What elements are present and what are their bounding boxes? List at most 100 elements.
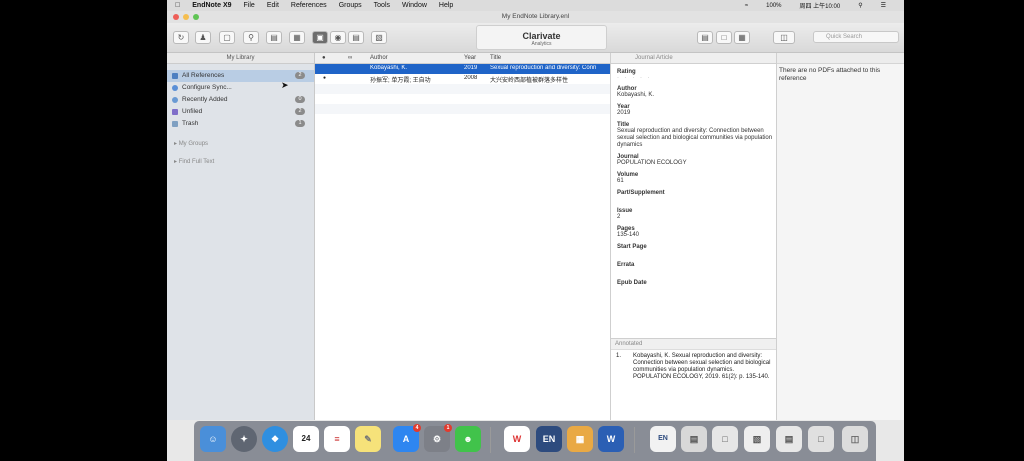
minimize-window-button[interactable] xyxy=(183,14,189,20)
share-icon[interactable]: ♟ xyxy=(195,31,211,44)
field-start-page[interactable]: Start Page xyxy=(611,244,776,257)
table-row[interactable]: ● 孙振军; 单万霞; 王自功 2008 大兴安岭西部植被群落多样性 xyxy=(315,74,610,84)
library-icon xyxy=(172,73,178,79)
insert-citation-icon[interactable]: ▤ xyxy=(266,31,282,44)
field-value[interactable]: 61 xyxy=(617,178,776,185)
screenshot-thumbnail-icon[interactable]: ▤ xyxy=(681,426,707,452)
group-configure-sync[interactable]: Configure Sync... xyxy=(167,82,314,94)
field-rating[interactable]: Rating · · · · · xyxy=(611,69,776,81)
field-value[interactable]: POPULATION ECOLOGY xyxy=(617,160,776,167)
field-journal[interactable]: Journal POPULATION ECOLOGY xyxy=(611,154,776,167)
launchpad-icon[interactable]: ✦ xyxy=(231,426,257,452)
notes-icon[interactable]: ✎ xyxy=(355,426,381,452)
wifi-icon[interactable]: ≈ xyxy=(745,3,748,9)
reminders-icon[interactable]: ≡ xyxy=(324,426,350,452)
layout-menu-icon[interactable]: ◫ xyxy=(773,31,795,44)
group-all-references[interactable]: All References 2 xyxy=(167,70,314,82)
endnote-document-icon[interactable]: EN xyxy=(650,426,676,452)
reference-icon[interactable]: □ xyxy=(716,31,732,44)
menu-file[interactable]: File xyxy=(244,2,255,9)
field-value[interactable]: 2019 xyxy=(617,110,776,117)
section-my-groups[interactable]: ▸ My Groups xyxy=(167,138,314,150)
group-unfiled[interactable]: Unfiled 2 xyxy=(167,106,314,118)
attachment-column-icon[interactable]: ∞ xyxy=(348,55,352,61)
table-row[interactable]: Kobayashi, K. 2019 Sexual reproduction a… xyxy=(315,64,610,74)
field-value[interactable] xyxy=(617,250,776,257)
field-pages[interactable]: Pages 135-140 xyxy=(611,226,776,239)
online-search-mode-icon[interactable]: ◉ xyxy=(330,31,346,44)
menu-groups[interactable]: Groups xyxy=(339,2,362,9)
field-value[interactable]: Kobayashi, K. xyxy=(617,92,776,99)
column-title[interactable]: Title xyxy=(490,55,501,61)
integrated-library-mode-icon[interactable]: ▤ xyxy=(348,31,364,44)
brand-name: Clarivate xyxy=(522,31,561,41)
screen:  EndNote X9 File Edit References Groups… xyxy=(167,0,904,461)
find-icon[interactable]: ⚲ xyxy=(243,31,259,44)
output-style-selector[interactable]: Annotated xyxy=(611,339,776,350)
field-value[interactable] xyxy=(617,196,776,203)
finder-icon[interactable]: ☺ xyxy=(200,426,226,452)
dock-separator xyxy=(490,427,491,453)
layout-icon[interactable]: ▤ xyxy=(697,31,713,44)
calendar-icon[interactable]: 24 xyxy=(293,426,319,452)
format-bibliography-icon[interactable]: ▦ xyxy=(289,31,305,44)
group-trash[interactable]: Trash 1 xyxy=(167,118,314,130)
field-value[interactable]: Sexual reproduction and diversity: Conne… xyxy=(617,128,776,149)
endnote-label: EN xyxy=(542,434,556,444)
spotlight-icon[interactable]: ⚲ xyxy=(858,2,862,9)
menu-help[interactable]: Help xyxy=(439,2,453,9)
word-icon[interactable]: W xyxy=(598,426,624,452)
new-reference-icon[interactable]: ▧ xyxy=(371,31,387,44)
attach-icon[interactable]: ▢ xyxy=(219,31,235,44)
wechat-icon[interactable]: ☻ xyxy=(455,426,481,452)
window-thumbnail-icon[interactable]: □ xyxy=(712,426,738,452)
open-pdf-icon[interactable]: ▦ xyxy=(734,31,750,44)
field-value[interactable]: 2 xyxy=(617,214,776,221)
column-year[interactable]: Year xyxy=(464,55,476,61)
system-preferences-icon[interactable]: ⚙ 1 xyxy=(424,424,452,452)
row-title: Sexual reproduction and diversity: Conn xyxy=(490,65,597,71)
download-thumbnail-icon[interactable]: ▤ xyxy=(776,426,802,452)
trash-bin-icon[interactable]: ◫ xyxy=(842,426,868,452)
field-value[interactable] xyxy=(617,268,776,275)
safari-icon[interactable]: ❖ xyxy=(262,426,288,452)
read-status-column-icon[interactable]: ● xyxy=(322,55,326,61)
menu-edit[interactable]: Edit xyxy=(267,2,279,9)
clock[interactable]: 周四 上午10:00 xyxy=(800,1,841,10)
group-count: 0 xyxy=(295,96,305,103)
image-thumbnail-icon[interactable]: □ xyxy=(808,426,834,452)
sidebar-header[interactable]: My Library xyxy=(167,53,314,64)
field-year[interactable]: Year 2019 xyxy=(611,104,776,117)
document-thumbnail-icon[interactable]: ▧ xyxy=(744,426,770,452)
sync-icon[interactable]: ↻ xyxy=(173,31,189,44)
field-issue[interactable]: Issue 2 xyxy=(611,208,776,221)
section-find-full-text[interactable]: ▸ Find Full Text xyxy=(167,156,314,168)
field-value[interactable]: 135-140 xyxy=(617,232,776,239)
zoom-window-button[interactable] xyxy=(193,14,199,20)
field-author[interactable]: Author Kobayashi, K. xyxy=(611,86,776,99)
group-label: Unfiled xyxy=(182,108,203,115)
app-store-icon[interactable]: A4 xyxy=(393,424,421,452)
reference-type-selector[interactable]: Journal Article xyxy=(611,53,776,64)
group-recently-added[interactable]: Recently Added 0 xyxy=(167,94,314,106)
notification-center-icon[interactable]: ☰ xyxy=(881,2,886,9)
endnote-icon[interactable]: EN xyxy=(536,426,562,452)
field-errata[interactable]: Errata xyxy=(611,262,776,275)
quick-search-input[interactable]: Quick Search xyxy=(813,31,899,43)
field-epub-date[interactable]: Epub Date xyxy=(611,280,776,286)
menu-window[interactable]: Window xyxy=(402,2,427,9)
field-part-supplement[interactable]: Part/Supplement xyxy=(611,190,776,203)
rating-stars[interactable]: · · · · · xyxy=(617,75,776,81)
close-window-button[interactable] xyxy=(173,14,179,20)
menu-tools[interactable]: Tools xyxy=(374,2,390,9)
books-icon[interactable]: ▦ xyxy=(567,426,593,452)
wps-icon[interactable]: W xyxy=(504,426,530,452)
field-title[interactable]: Title Sexual reproduction and diversity:… xyxy=(611,122,776,149)
menu-references[interactable]: References xyxy=(291,2,327,9)
local-library-mode-icon[interactable]: ▣ xyxy=(312,31,328,44)
apple-icon[interactable]:  xyxy=(175,2,180,9)
menu-app-name[interactable]: EndNote X9 xyxy=(192,2,231,9)
battery-label[interactable]: 100% xyxy=(766,3,781,9)
field-volume[interactable]: Volume 61 xyxy=(611,172,776,185)
column-author[interactable]: Author xyxy=(370,55,388,61)
